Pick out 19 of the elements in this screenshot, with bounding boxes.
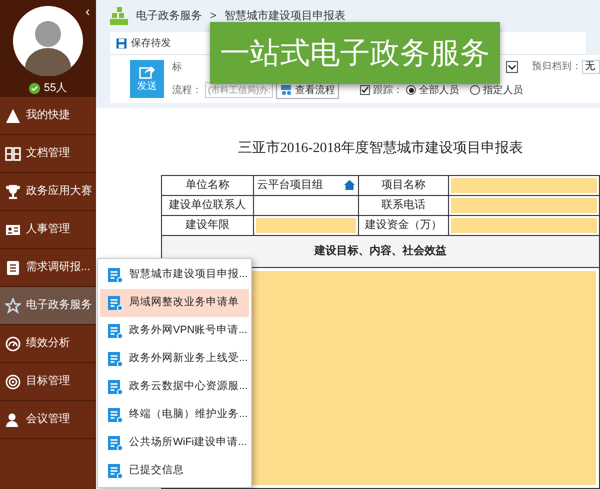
document-title: 三亚市2016-2018年度智慧城市建设项目申报表	[237, 139, 524, 158]
collapse-icon[interactable]: ‹	[85, 4, 90, 18]
archive-label: 预归档到：	[532, 60, 582, 74]
user-count: 55人	[44, 81, 68, 96]
menu-item[interactable]: 局域网整改业务申请单	[100, 289, 249, 317]
banner: 一站式电子政务服务	[210, 22, 500, 84]
track-label: 跟踪：	[373, 84, 403, 98]
section-heading: 建设目标、内容、社会效益	[162, 236, 600, 268]
sidebar-item[interactable]: 电子政务服务	[0, 287, 96, 325]
breadcrumb-item[interactable]: 智慧城市建设项目申报表	[224, 8, 346, 24]
flow-field[interactable]: (市科工信局)办:	[205, 82, 273, 98]
archive-field[interactable]: 无	[582, 60, 600, 74]
recipient-radio[interactable]: 指定人员	[470, 82, 523, 98]
recipient-radio[interactable]: 全部人员	[406, 82, 459, 98]
breadcrumb-separator: >	[210, 8, 216, 24]
title-label: 标	[172, 60, 182, 75]
flow-label: 流程：	[172, 84, 202, 98]
breadcrumb-item[interactable]: 电子政务服务	[136, 8, 202, 24]
save-draft-button[interactable]: 保存待发	[116, 36, 171, 51]
